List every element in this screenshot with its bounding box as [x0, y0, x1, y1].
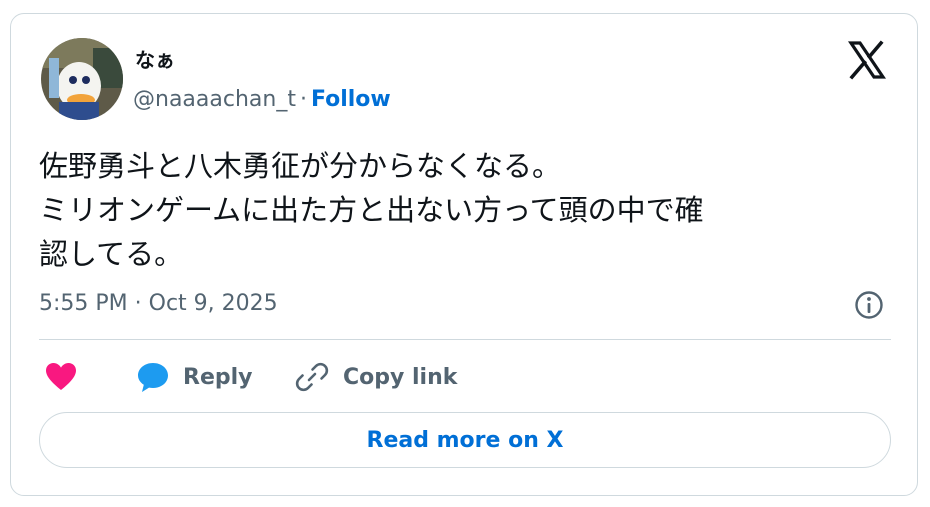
follow-button[interactable]: Follow — [311, 87, 391, 112]
link-icon — [295, 362, 329, 392]
tweet-text: 佐野勇斗と八木勇征が分からなくなる。 ミリオンゲームに出た方と出ない方って頭の中… — [39, 149, 704, 271]
x-logo-icon[interactable] — [847, 40, 887, 80]
avatar-image — [41, 38, 123, 120]
heart-icon — [46, 363, 76, 390]
avatar[interactable] — [41, 38, 123, 120]
user-handle[interactable]: @naaaachan_t — [133, 87, 296, 112]
tweet-timestamp[interactable]: 5:55 PM · Oct 9, 2025 — [39, 290, 278, 318]
reply-bubble-icon — [138, 363, 168, 392]
read-more-button[interactable]: Read more on X — [39, 412, 891, 468]
like-button[interactable] — [45, 360, 77, 394]
separator-dot: · — [299, 87, 307, 112]
tweet-embed-card[interactable]: なぁ @naaaachan_t · Follow 佐野勇斗と八木勇征が分からなくなる… — [10, 13, 918, 496]
reply-label: Reply — [183, 364, 253, 390]
info-icon[interactable] — [853, 289, 885, 321]
handle-row: @naaaachan_t · Follow — [133, 86, 391, 114]
display-name[interactable]: なぁ — [135, 48, 175, 72]
reply-button[interactable]: Reply — [137, 360, 253, 394]
divider — [39, 339, 891, 340]
copy-link-label: Copy link — [343, 364, 458, 390]
copy-link-button[interactable]: Copy link — [295, 360, 457, 394]
